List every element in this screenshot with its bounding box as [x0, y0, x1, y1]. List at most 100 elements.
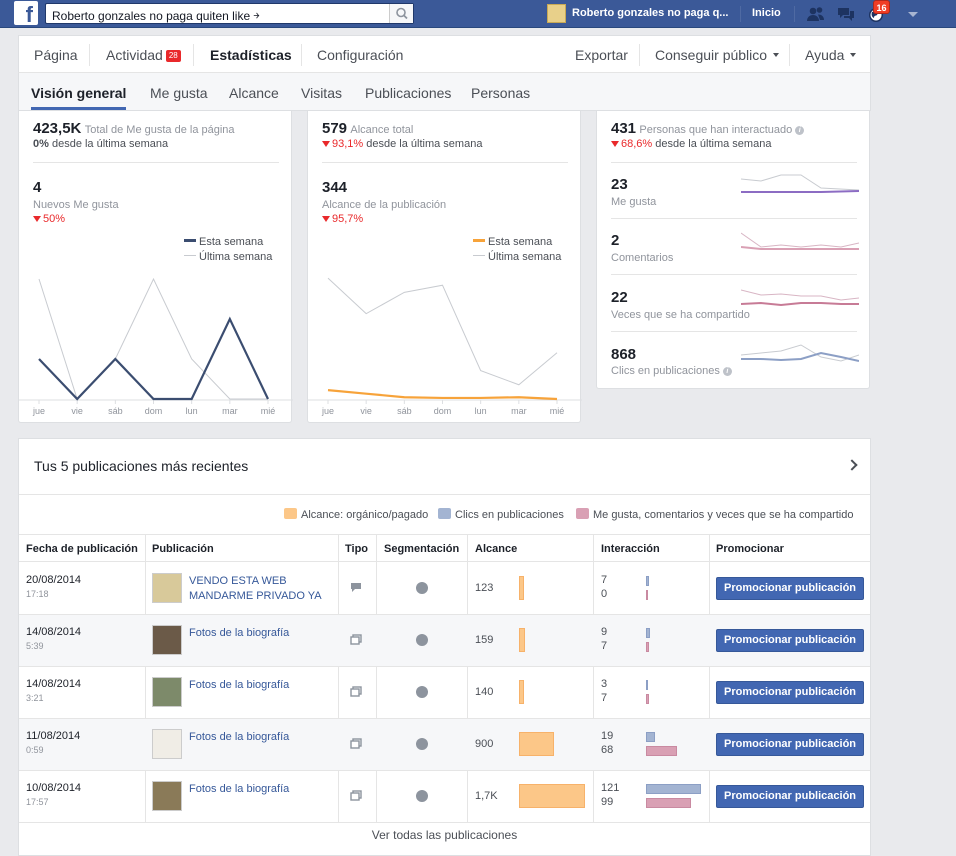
post-time: 17:57 [26, 797, 49, 807]
x-tick-label: mar [511, 406, 527, 416]
legend-label: Me gusta, comentarios y veces que se ha … [593, 509, 854, 521]
post-thumbnail[interactable] [152, 625, 182, 655]
tab-vision-general[interactable]: Visión general [31, 85, 126, 101]
reach-card[interactable]: 579 Alcance total 93,1% desde la última … [307, 111, 582, 423]
profile-link[interactable]: Roberto gonzales no paga q... [572, 7, 728, 19]
table-row[interactable]: 20/08/2014 17:18 VENDO ESTA WEB MANDARME… [19, 563, 870, 615]
account-menu-chevron-down-icon[interactable] [908, 12, 918, 17]
reach-total-label: Alcance total [350, 124, 414, 136]
legend-swatch [184, 239, 196, 242]
new-likes-delta-row: 50% [33, 213, 65, 225]
promote-post-button[interactable]: Promocionar publicación [716, 629, 864, 652]
nav-estadisticas[interactable]: Estadísticas [210, 47, 292, 63]
table-row[interactable]: 14/08/2014 5:39 Fotos de la biografía 15… [19, 615, 870, 667]
help-menu[interactable]: Ayuda [805, 47, 857, 63]
globe-icon [416, 686, 428, 698]
x-tick-label: dom [434, 406, 452, 416]
shares-sparkline [741, 289, 859, 307]
new-likes-value: 4 [33, 179, 42, 196]
reach-bar [519, 576, 524, 600]
globe-icon [416, 738, 428, 750]
promote-post-button[interactable]: Promocionar publicación [716, 577, 864, 600]
post-title-link[interactable]: Fotos de la biografía [189, 782, 329, 797]
x-tick-label: vie [71, 406, 83, 416]
likes-bar [646, 746, 677, 756]
down-triangle-icon [33, 216, 41, 222]
promote-post-button[interactable]: Promocionar publicación [716, 785, 864, 808]
post-title-link[interactable]: VENDO ESTA WEB MANDARME PRIVADO YA [189, 574, 329, 604]
nav-actividad-label: Actividad [106, 47, 163, 63]
post-thumbnail[interactable] [152, 781, 182, 811]
clicks-bar [646, 576, 649, 586]
friend-requests-icon[interactable] [806, 5, 826, 23]
tab-me-gusta[interactable]: Me gusta [150, 85, 208, 101]
divider [611, 218, 857, 219]
col-promote: Promocionar [716, 543, 784, 555]
nav-configuracion[interactable]: Configuración [317, 47, 403, 63]
likes-value: 7 [601, 692, 608, 704]
engage-shares-value: 22 [611, 289, 628, 306]
search-box[interactable]: Roberto gonzales no paga quiten like ￫ [45, 3, 414, 24]
post-thumbnail[interactable] [152, 573, 182, 603]
promote-post-button[interactable]: Promocionar publicación [716, 733, 864, 756]
post-title-link[interactable]: Fotos de la biografía [189, 730, 329, 745]
info-icon[interactable]: i [722, 367, 732, 376]
tab-alcance[interactable]: Alcance [229, 85, 279, 101]
col-type[interactable]: Tipo [345, 543, 368, 555]
post-date: 14/08/2014 [26, 678, 82, 690]
col-engagement[interactable]: Interacción [601, 543, 660, 555]
down-triangle-icon [611, 141, 619, 147]
get-audience-menu[interactable]: Conseguir público [655, 47, 780, 63]
chevron-right-icon[interactable] [846, 459, 858, 471]
post-title-link[interactable]: Fotos de la biografía [189, 678, 329, 693]
engagement-card[interactable]: 431 Personas que han interactuado i 68,6%… [596, 111, 870, 389]
reach-total-delta: 93,1% [332, 138, 364, 150]
search-input[interactable]: Roberto gonzales no paga quiten like ￫ [52, 7, 259, 24]
divider [322, 162, 568, 163]
delta-suffix: desde la última semana [652, 138, 772, 150]
table-header: Fecha de publicación Publicación Tipo Se… [19, 534, 870, 562]
col-date[interactable]: Fecha de publicación [26, 543, 138, 555]
export-link[interactable]: Exportar [575, 47, 628, 63]
active-tab-indicator [31, 107, 126, 110]
view-all-posts-link[interactable]: Ver todas las publicaciones [19, 828, 870, 842]
table-row[interactable]: 11/08/2014 0:59 Fotos de la biografía 90… [19, 719, 870, 771]
divider [789, 44, 790, 66]
reach-bar [519, 680, 524, 704]
tab-visitas[interactable]: Visitas [301, 85, 342, 101]
promote-post-button[interactable]: Promocionar publicación [716, 681, 864, 704]
down-triangle-icon [322, 141, 330, 147]
nav-actividad[interactable]: Actividad 28 [106, 47, 181, 63]
table-row[interactable]: 10/08/2014 17:57 Fotos de la biografía 1… [19, 771, 870, 823]
nav-pagina[interactable]: Página [34, 47, 78, 63]
down-triangle-icon [322, 216, 330, 222]
search-button[interactable] [389, 4, 413, 23]
tab-publicaciones[interactable]: Publicaciones [365, 85, 451, 101]
reach-value: 159 [475, 634, 494, 646]
info-icon[interactable]: i [795, 126, 805, 135]
recent-posts-header[interactable]: Tus 5 publicaciones más recientes [19, 439, 870, 495]
post-title-link[interactable]: Fotos de la biografía [189, 626, 329, 641]
col-reach[interactable]: Alcance [475, 543, 517, 555]
divider [89, 44, 90, 66]
likes-card[interactable]: 423,5K Total de Me gusta de la página 0%… [18, 111, 293, 423]
x-tick-label: sáb [397, 406, 412, 416]
engage-clicks-value: 868 [611, 346, 637, 363]
col-post[interactable]: Publicación [152, 543, 214, 555]
post-reach-value: 344 [322, 179, 348, 196]
tab-personas[interactable]: Personas [471, 85, 530, 101]
likes-bar [646, 798, 691, 808]
facebook-logo[interactable]: f [14, 1, 38, 25]
table-row[interactable]: 14/08/2014 3:21 Fotos de la biografía 14… [19, 667, 870, 719]
post-reach-delta-row: 95,7% [322, 213, 363, 225]
home-link[interactable]: Inicio [752, 7, 781, 19]
x-tick-label: lun [475, 406, 487, 416]
col-targeting[interactable]: Segmentación [384, 543, 459, 555]
profile-avatar[interactable] [547, 4, 566, 23]
album-icon [350, 686, 362, 697]
likes-value: 99 [601, 796, 614, 808]
post-thumbnail[interactable] [152, 729, 182, 759]
post-thumbnail[interactable] [152, 677, 182, 707]
new-likes-delta: 50% [43, 213, 66, 225]
messages-icon[interactable] [836, 5, 856, 23]
